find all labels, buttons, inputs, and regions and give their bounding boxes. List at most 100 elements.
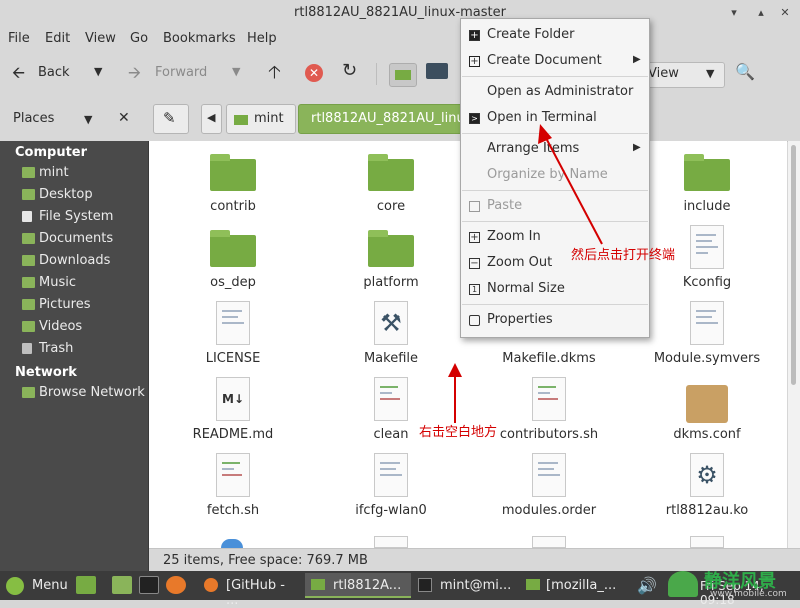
status-text: 25 items, Free space: 769.7 MB (163, 553, 368, 568)
sidebar-item-videos[interactable]: Videos (22, 317, 146, 337)
sidebar-item-trash[interactable]: Trash (22, 339, 146, 359)
network-folder-icon (22, 387, 35, 398)
minimize-button[interactable]: ▾ (726, 5, 742, 21)
documents-folder-icon (22, 233, 35, 244)
sidebar-item-downloads[interactable]: Downloads (22, 251, 146, 271)
taskbar-window-files[interactable]: rtl8812A... (305, 573, 411, 598)
annotation-then-click: 然后点击打开终端 (571, 248, 676, 263)
file-label[interactable]: fetch.sh (158, 503, 308, 518)
sidebar-item-pictures[interactable]: Pictures (22, 295, 146, 315)
menu-item-create-folder[interactable]: Create Folder (487, 27, 575, 42)
forward-history-dropdown-icon[interactable]: ▼ (232, 65, 240, 78)
file-label[interactable]: Makefile.dkms (474, 351, 624, 366)
close-window-button[interactable]: ✕ (777, 5, 793, 21)
sidebar-item-mint[interactable]: mint (22, 163, 146, 183)
folder-icon (368, 154, 414, 191)
path-segment-current[interactable]: rtl8812AU_8821AU_linu (298, 104, 464, 134)
menu-bar: File Edit View Go Bookmarks Help (0, 27, 800, 51)
chevron-down-icon: ▼ (706, 67, 715, 80)
arrow-right-icon: 🡪 (128, 63, 141, 82)
close-sidebar-icon[interactable]: ✕ (118, 110, 130, 126)
file-label[interactable]: contrib (158, 199, 308, 214)
forward-button[interactable]: 🡪 Forward (128, 63, 213, 84)
computer-icon[interactable] (426, 63, 448, 79)
scrollbar-thumb[interactable] (791, 145, 796, 385)
sidebar-item-file-system[interactable]: File System (22, 207, 146, 227)
folder-icon (684, 154, 730, 191)
menu-button[interactable]: Menu (32, 578, 68, 593)
places-dropdown-icon[interactable]: ▼ (84, 113, 92, 126)
places-title: Places (13, 111, 55, 126)
file-label[interactable]: Module.symvers (632, 351, 782, 366)
menu-edit[interactable]: Edit (45, 31, 70, 46)
watermark-url: www.mobile.com (710, 589, 787, 599)
volume-icon[interactable]: 🔊 (637, 576, 657, 595)
menu-item-create-document[interactable]: Create Document (487, 53, 602, 68)
sidebar-item-documents[interactable]: Documents (22, 229, 146, 249)
home-folder-icon (234, 115, 248, 125)
file-label[interactable]: platform (316, 275, 466, 290)
sidebar-item-browse-network[interactable]: Browse Network (22, 383, 146, 403)
music-folder-icon (22, 277, 35, 288)
new-document-icon: + (469, 56, 480, 67)
sidebar-item-music[interactable]: Music (22, 273, 146, 293)
sidebar-header-network: Network (15, 365, 77, 380)
window-title: rtl8812AU_8821AU_linux-master (294, 5, 506, 20)
sidebar-item-label: File System (39, 209, 114, 224)
menu-item-normal-size[interactable]: Normal Size (487, 281, 565, 296)
file-label[interactable]: core (316, 199, 466, 214)
path-scroll-left-button[interactable]: ◀ (201, 104, 222, 134)
show-desktop-icon[interactable] (76, 576, 96, 594)
taskbar-window-mozilla[interactable]: [mozilla_... (522, 573, 628, 598)
menu-go[interactable]: Go (130, 31, 148, 46)
vertical-scrollbar[interactable] (788, 141, 800, 548)
title-bar: rtl8812AU_8821AU_linux-master ▾ ▴ ✕ (0, 0, 800, 27)
folder-icon (368, 230, 414, 267)
search-icon[interactable]: 🔍 (735, 62, 755, 81)
firefox-icon[interactable] (166, 576, 186, 594)
file-label[interactable]: LICENSE (158, 351, 308, 366)
file-label[interactable]: include (632, 199, 782, 214)
files-icon[interactable] (112, 576, 132, 594)
maximize-button[interactable]: ▴ (753, 5, 769, 21)
folder-icon (526, 579, 540, 590)
package-icon (686, 385, 728, 423)
taskbar-window-github[interactable]: [GitHub - ... (198, 573, 300, 608)
menu-bookmarks[interactable]: Bookmarks (163, 31, 236, 46)
sidebar-item-desktop[interactable]: Desktop (22, 185, 146, 205)
menu-item-paste: Paste (487, 198, 523, 213)
firefox-icon (204, 578, 218, 592)
terminal-icon[interactable] (139, 576, 159, 594)
up-arrow-icon[interactable]: 🡡 (268, 60, 281, 90)
terminal-icon: > (469, 113, 480, 124)
file-label[interactable]: modules.order (474, 503, 624, 518)
text-file-icon (216, 301, 250, 345)
menu-view[interactable]: View (85, 31, 116, 46)
file-label[interactable]: README.md (158, 427, 308, 442)
menu-item-open-as-administrator[interactable]: Open as Administrator (487, 84, 633, 99)
menu-item-zoom-out[interactable]: Zoom Out (487, 255, 552, 270)
reload-icon[interactable]: ↻ (342, 60, 357, 81)
annotation-right-click: 右击空白地方 (419, 425, 498, 440)
edit-path-button[interactable]: ✎ (153, 104, 189, 134)
home-folder-icon (395, 70, 411, 80)
script-file-icon (532, 377, 566, 421)
back-button[interactable]: 🡨 Back (12, 63, 92, 84)
submenu-arrow-icon: ▶ (633, 54, 641, 65)
sidebar-item-label: Documents (39, 231, 114, 246)
file-label[interactable]: rtl8812au.ko (632, 503, 782, 518)
back-history-dropdown-icon[interactable]: ▼ (94, 65, 102, 78)
taskbar-window-label: [GitHub - ... (226, 578, 285, 608)
file-label[interactable]: dkms.conf (632, 427, 782, 442)
home-button[interactable] (389, 63, 417, 87)
menu-help[interactable]: Help (247, 31, 277, 46)
file-label[interactable]: os_dep (158, 275, 308, 290)
taskbar-window-terminal[interactable]: mint@mi... (414, 573, 526, 598)
stop-icon[interactable]: ✕ (305, 64, 323, 82)
file-label[interactable]: Makefile (316, 351, 466, 366)
menu-file[interactable]: File (8, 31, 30, 46)
file-label[interactable]: ifcfg-wlan0 (316, 503, 466, 518)
path-segment-mint[interactable]: mint (226, 104, 296, 134)
menu-item-properties[interactable]: Properties (487, 312, 553, 327)
file-label[interactable]: Kconfig (632, 275, 782, 290)
